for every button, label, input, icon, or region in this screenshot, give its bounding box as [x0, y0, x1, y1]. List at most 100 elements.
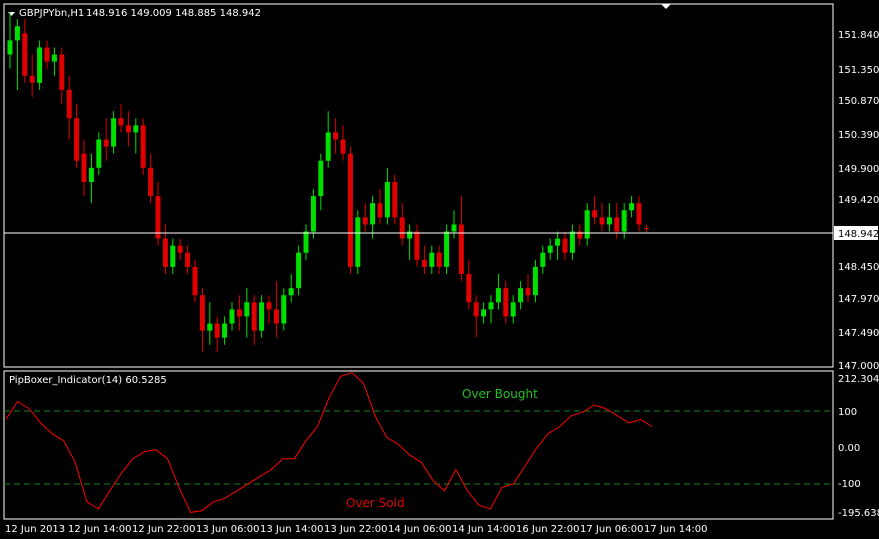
- price-tick: 147.490: [838, 328, 879, 339]
- candle-body: [296, 252, 302, 289]
- candle-body: [614, 217, 620, 232]
- candle-body: [555, 238, 561, 246]
- candle-body: [170, 245, 176, 267]
- candle-body: [266, 302, 272, 310]
- candle-body: [399, 217, 405, 239]
- candle-body: [392, 181, 398, 218]
- candle-body: [325, 132, 331, 161]
- candle-body: [125, 125, 131, 133]
- indicator-name-label: PipBoxer_Indicator(14) 60.5285: [9, 375, 167, 386]
- candle-body: [451, 224, 457, 232]
- candle-body: [377, 203, 383, 218]
- candle-body: [273, 309, 279, 324]
- candle-body: [503, 288, 509, 317]
- candle-body: [495, 288, 501, 303]
- price-tick: 147.970: [838, 294, 879, 305]
- candle-body: [547, 245, 553, 253]
- candle-body: [81, 153, 87, 182]
- price-tick: 149.900: [838, 164, 879, 175]
- candle-body: [606, 217, 612, 225]
- candle-body: [222, 323, 228, 338]
- overbought-label: Over Bought: [462, 387, 538, 401]
- price-tick: 147.000: [838, 361, 879, 372]
- candle-body: [111, 118, 117, 147]
- price-tick: 149.420: [838, 195, 879, 206]
- candle-body: [59, 54, 65, 90]
- candle-body: [643, 227, 649, 229]
- candle-body: [192, 266, 198, 296]
- candle-body: [562, 238, 568, 253]
- candle-body: [318, 160, 324, 197]
- candle-body: [636, 203, 642, 225]
- candle-body: [7, 40, 13, 55]
- candle-body: [444, 231, 450, 267]
- time-tick: 16 Jun 22:00: [516, 524, 580, 535]
- candle-body: [288, 288, 294, 296]
- time-tick: 12 Jun 22:00: [132, 524, 196, 535]
- time-tick: 13 Jun 22:00: [324, 524, 388, 535]
- candle-body: [229, 309, 235, 324]
- indicator-tick: -195.6381: [838, 508, 879, 519]
- candle-body: [473, 302, 479, 317]
- time-axis: 12 Jun 2013 12 Jun 14:00 12 Jun 22:00 13…: [5, 524, 708, 535]
- candle-body: [347, 153, 353, 267]
- current-price-label: 148.942: [838, 229, 879, 240]
- candle-body: [525, 288, 531, 296]
- indicator-tick: 0.00: [838, 443, 860, 454]
- candle-body: [370, 203, 376, 225]
- candle-body: [303, 231, 309, 253]
- chart-window[interactable]: GBPJPYbn,H1 148.916 149.009 148.885 148.…: [0, 0, 879, 539]
- price-tick: 151.840: [838, 30, 879, 41]
- candle-body: [458, 224, 464, 274]
- candle-body: [29, 75, 35, 83]
- candle-body: [592, 210, 598, 218]
- time-tick: 17 Jun 14:00: [644, 524, 708, 535]
- candle-body: [421, 259, 427, 267]
- candle-body: [177, 245, 183, 253]
- candle-body: [148, 167, 154, 197]
- price-tick: 150.870: [838, 96, 879, 107]
- time-tick: 12 Jun 2013: [5, 524, 65, 535]
- price-tick: 150.390: [838, 130, 879, 141]
- candle-body: [207, 323, 213, 331]
- ohlc-readout: 148.916 149.009 148.885 148.942: [86, 8, 261, 19]
- candle-body: [162, 238, 168, 267]
- candle-body: [629, 203, 635, 211]
- candle-body: [414, 231, 420, 260]
- candle-body: [251, 302, 257, 331]
- candle-body: [584, 210, 590, 239]
- candle-body: [88, 167, 94, 182]
- candle-body: [384, 181, 390, 218]
- candle-body: [429, 252, 435, 267]
- candle-body: [14, 26, 20, 41]
- candle-body: [244, 302, 250, 317]
- candle-body: [540, 252, 546, 267]
- time-tick: 14 Jun 14:00: [452, 524, 516, 535]
- candle-body: [355, 217, 361, 267]
- price-tick: 148.450: [838, 262, 879, 273]
- candle-body: [621, 210, 627, 232]
- candle-body: [199, 295, 205, 331]
- candle-body: [44, 47, 50, 62]
- indicator-tick: 100: [838, 407, 857, 418]
- candle-body: [466, 273, 472, 303]
- candle-body: [259, 302, 265, 331]
- candle-body: [66, 89, 72, 119]
- candle-body: [510, 302, 516, 317]
- candle-body: [22, 33, 28, 76]
- candle-body: [185, 252, 191, 267]
- candle-body: [118, 118, 124, 126]
- indicator-tick: -100: [838, 479, 861, 490]
- time-tick: 12 Jun 14:00: [68, 524, 132, 535]
- candle-body: [518, 288, 524, 303]
- candle-body: [96, 139, 102, 168]
- indicator-tick: 212.3041: [838, 374, 879, 385]
- candle-body: [436, 252, 442, 267]
- candle-body: [133, 125, 139, 133]
- time-tick: 14 Jun 06:00: [388, 524, 452, 535]
- candle-body: [140, 125, 146, 168]
- candle-body: [155, 196, 161, 239]
- candle-body: [340, 139, 346, 154]
- candle-body: [569, 231, 575, 253]
- symbol-label: GBPJPYbn,H1: [19, 8, 84, 19]
